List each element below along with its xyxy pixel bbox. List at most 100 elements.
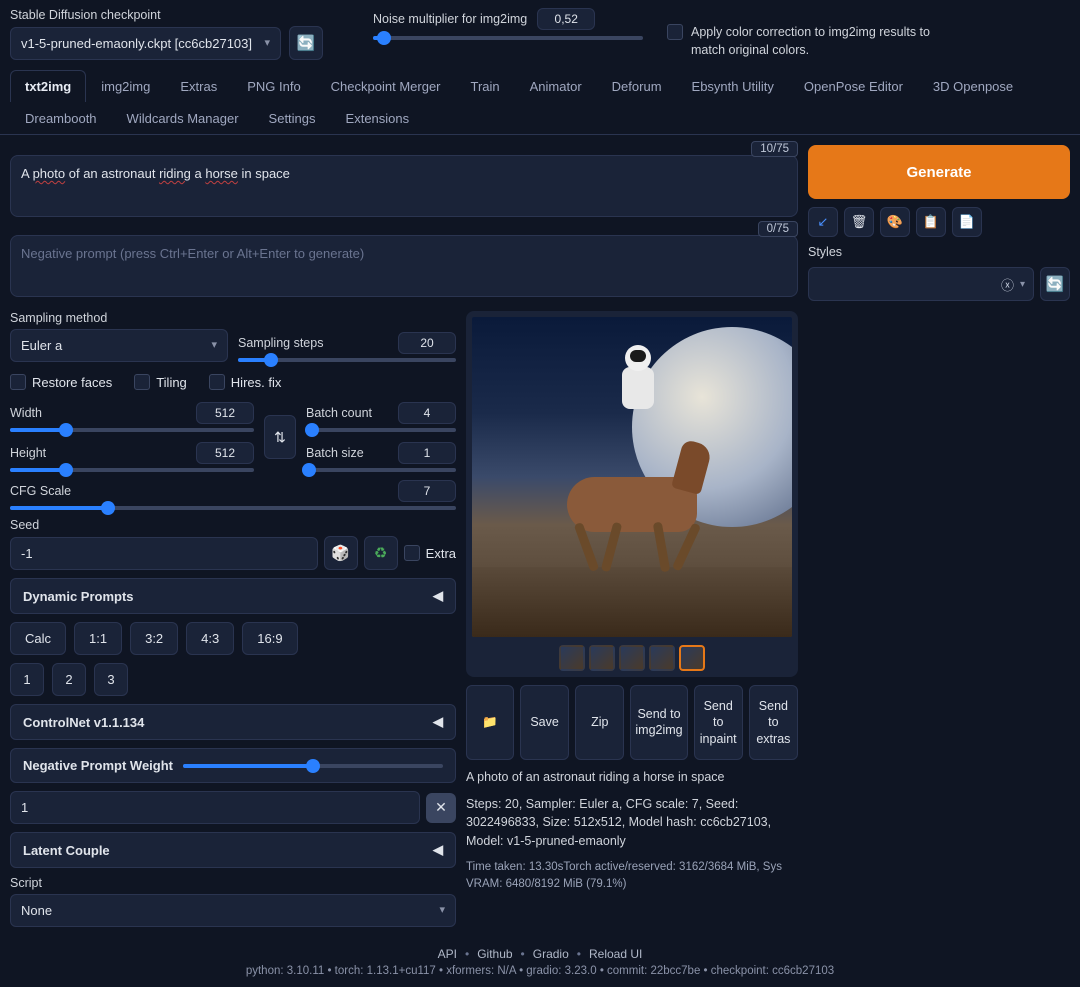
- npw-clear-button[interactable]: ✕: [426, 793, 456, 823]
- batch-size-label: Batch size: [306, 446, 364, 460]
- sampling-steps-label: Sampling steps: [238, 336, 323, 350]
- send-extras-button[interactable]: Send to extras: [749, 685, 798, 760]
- page-1[interactable]: 1: [10, 663, 44, 696]
- width-value[interactable]: 512: [196, 402, 254, 424]
- checkpoint-select[interactable]: v1-5-pruned-emaonly.ckpt [cc6cb27103]: [10, 27, 281, 60]
- color-correction-label: Apply color correction to img2img result…: [691, 24, 941, 59]
- neg-prompt-counter: 0/75: [758, 221, 798, 237]
- refresh-checkpoint-button[interactable]: 🔄: [289, 26, 323, 60]
- prompt-input[interactable]: A photo of an astronaut riding a horse i…: [10, 155, 798, 217]
- tab-png-info[interactable]: PNG Info: [232, 70, 315, 102]
- extra-checkbox[interactable]: [404, 545, 420, 561]
- batch-count-value[interactable]: 4: [398, 402, 456, 424]
- output-caption: A photo of an astronaut riding a horse i…: [466, 768, 798, 787]
- page-3[interactable]: 3: [94, 663, 128, 696]
- tab-deforum[interactable]: Deforum: [597, 70, 677, 102]
- batch-count-slider[interactable]: [306, 428, 456, 432]
- generate-button[interactable]: Generate: [808, 145, 1070, 199]
- height-value[interactable]: 512: [196, 442, 254, 464]
- ratio-4:3[interactable]: 4:3: [186, 622, 234, 655]
- tab-wildcards-manager[interactable]: Wildcards Manager: [112, 102, 254, 134]
- npw-header: Negative Prompt Weight: [10, 748, 456, 783]
- sampling-steps-slider[interactable]: [238, 358, 456, 362]
- tab-txt2img[interactable]: txt2img: [10, 70, 86, 102]
- prompt-counter: 10/75: [751, 141, 798, 157]
- restore-faces-checkbox[interactable]: [10, 374, 26, 390]
- recycle-seed-button[interactable]: ♻: [364, 536, 398, 570]
- sampling-steps-value[interactable]: 20: [398, 332, 456, 354]
- tab-openpose-editor[interactable]: OpenPose Editor: [789, 70, 918, 102]
- cfg-value[interactable]: 7: [398, 480, 456, 502]
- seed-label: Seed: [10, 518, 456, 532]
- height-label: Height: [10, 446, 46, 460]
- cfg-label: CFG Scale: [10, 484, 71, 498]
- tab-img2img[interactable]: img2img: [86, 70, 165, 102]
- thumbnail[interactable]: [619, 645, 645, 671]
- npw-slider[interactable]: [183, 764, 443, 768]
- tab-extras[interactable]: Extras: [165, 70, 232, 102]
- tab-train[interactable]: Train: [456, 70, 515, 102]
- noise-value[interactable]: 0,52: [537, 8, 595, 30]
- width-slider[interactable]: [10, 428, 254, 432]
- thumbnail[interactable]: [589, 645, 615, 671]
- sampling-method-select[interactable]: Euler a: [10, 329, 228, 362]
- npw-input[interactable]: 1: [10, 791, 420, 824]
- footer-link-api[interactable]: API: [438, 947, 457, 961]
- save-button[interactable]: Save: [520, 685, 569, 760]
- script-label: Script: [10, 876, 456, 890]
- version-info: python: 3.10.11 • torch: 1.13.1+cu117 • …: [10, 965, 1070, 977]
- ratio-3:2[interactable]: 3:2: [130, 622, 178, 655]
- styles-select[interactable]: ⓧ: [808, 267, 1034, 301]
- refresh-styles-button[interactable]: 🔄: [1040, 267, 1070, 301]
- controlnet-header[interactable]: ControlNet v1.1.134◀: [10, 704, 456, 740]
- ratio-1:1[interactable]: 1:1: [74, 622, 122, 655]
- noise-slider[interactable]: [373, 36, 643, 40]
- thumbnail[interactable]: [649, 645, 675, 671]
- tab-dreambooth[interactable]: Dreambooth: [10, 102, 112, 134]
- script-select[interactable]: None: [10, 894, 456, 927]
- trash-icon-button[interactable]: 🗑: [844, 207, 874, 237]
- file-icon-button[interactable]: 📄: [952, 207, 982, 237]
- collapse-left-icon: ◀: [433, 842, 443, 858]
- clipboard-icon-button[interactable]: 📋: [916, 207, 946, 237]
- ratio-16:9[interactable]: 16:9: [242, 622, 297, 655]
- height-slider[interactable]: [10, 468, 254, 472]
- send-inpaint-button[interactable]: Send to inpaint: [694, 685, 743, 760]
- negative-prompt-input[interactable]: Negative prompt (press Ctrl+Enter or Alt…: [10, 235, 798, 297]
- color-correction-checkbox[interactable]: [667, 24, 683, 40]
- latent-couple-header[interactable]: Latent Couple◀: [10, 832, 456, 868]
- swap-dimensions-button[interactable]: ⇅: [264, 415, 296, 459]
- batch-size-slider[interactable]: [306, 468, 456, 472]
- tab-3d-openpose[interactable]: 3D Openpose: [918, 70, 1028, 102]
- hires-fix-label: Hires. fix: [231, 375, 282, 390]
- tab-extensions[interactable]: Extensions: [331, 102, 425, 134]
- cfg-slider[interactable]: [10, 506, 456, 510]
- styles-clear-icon[interactable]: ⓧ: [1001, 275, 1014, 294]
- styles-label: Styles: [808, 245, 1070, 259]
- output-image[interactable]: [472, 317, 792, 637]
- tab-animator[interactable]: Animator: [515, 70, 597, 102]
- hires-fix-checkbox[interactable]: [209, 374, 225, 390]
- seed-input[interactable]: -1: [10, 537, 318, 570]
- tab-checkpoint-merger[interactable]: Checkpoint Merger: [316, 70, 456, 102]
- palette-icon-button[interactable]: 🎨: [880, 207, 910, 237]
- footer-link-github[interactable]: Github: [477, 947, 512, 961]
- arrow-icon-button[interactable]: ↙: [808, 207, 838, 237]
- tiling-checkbox[interactable]: [134, 374, 150, 390]
- send-img2img-button[interactable]: Send to img2img: [630, 685, 687, 760]
- random-seed-button[interactable]: 🎲: [324, 536, 358, 570]
- tab-settings[interactable]: Settings: [254, 102, 331, 134]
- page-2[interactable]: 2: [52, 663, 86, 696]
- footer-link-gradio[interactable]: Gradio: [533, 947, 569, 961]
- footer-link-reload-ui[interactable]: Reload UI: [589, 947, 642, 961]
- zip-button[interactable]: Zip: [575, 685, 624, 760]
- batch-size-value[interactable]: 1: [398, 442, 456, 464]
- thumbnail-selected[interactable]: [679, 645, 705, 671]
- open-folder-button[interactable]: 📁: [466, 685, 514, 760]
- batch-count-label: Batch count: [306, 406, 372, 420]
- ratio-calc[interactable]: Calc: [10, 622, 66, 655]
- checkpoint-label: Stable Diffusion checkpoint: [10, 8, 323, 22]
- thumbnail[interactable]: [559, 645, 585, 671]
- tab-ebsynth-utility[interactable]: Ebsynth Utility: [677, 70, 789, 102]
- dynamic-prompts-header[interactable]: Dynamic Prompts◀: [10, 578, 456, 614]
